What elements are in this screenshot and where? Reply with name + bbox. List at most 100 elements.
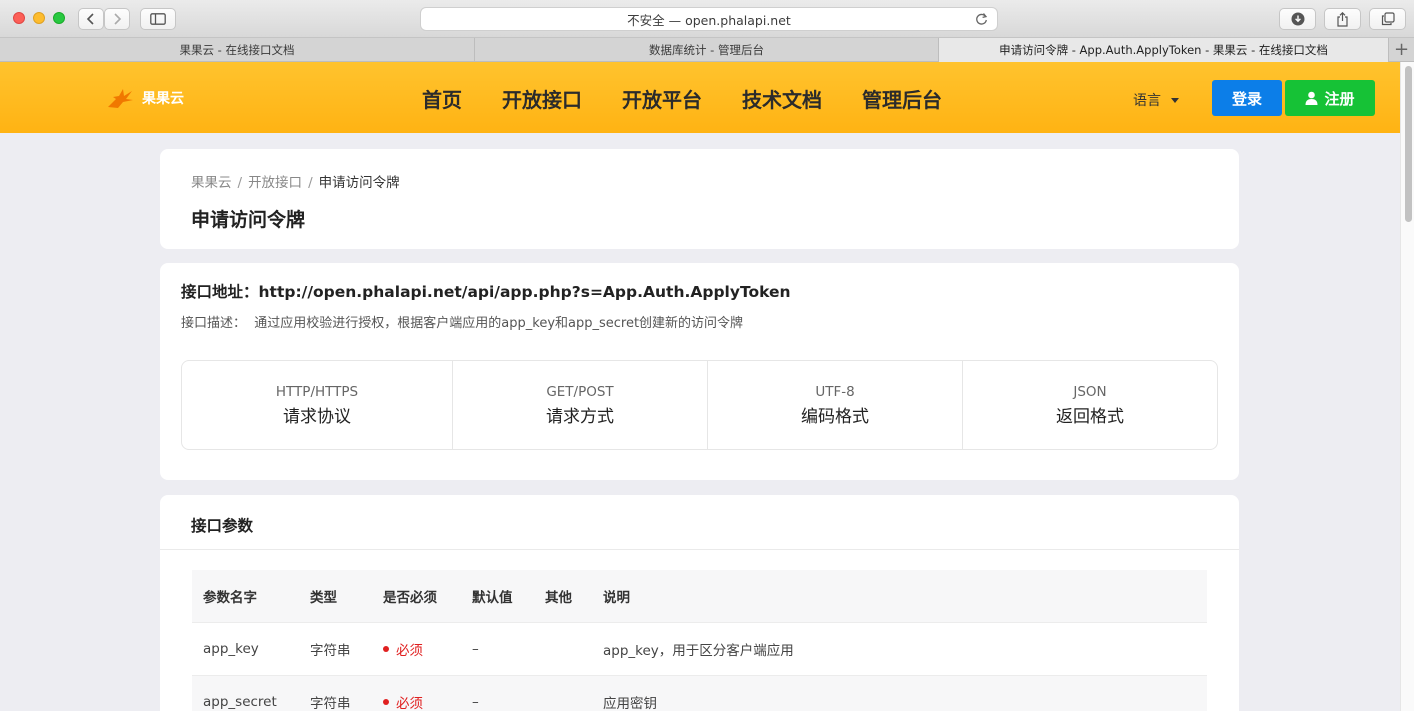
tab-db-stats[interactable]: 数据库统计 - 管理后台 — [475, 38, 939, 62]
breadcrumb-separator: / — [237, 175, 243, 191]
download-icon — [1291, 12, 1304, 26]
params-card-header: 接口参数 — [160, 495, 1239, 550]
language-dropdown[interactable]: 语言 — [1133, 90, 1179, 110]
tab-online-docs[interactable]: 果果云 - 在线接口文档 — [0, 38, 475, 62]
param-description: app_key，用于区分客户端应用 — [592, 622, 1207, 676]
new-tab-button[interactable]: + — [1389, 38, 1414, 61]
encoding-label: 编码格式 — [801, 406, 869, 427]
param-type: 字符串 — [299, 622, 372, 676]
return-format-value: JSON — [1073, 383, 1107, 400]
breadcrumb-separator: / — [308, 175, 313, 191]
breadcrumb: 果果云 / 开放接口 / 申请访问令牌 — [191, 171, 400, 191]
nav-tech-docs[interactable]: 技术文档 — [742, 84, 822, 113]
col-default: 默认值 — [461, 570, 534, 623]
api-description: 通过应用校验进行授权，根据客户端应用的app_key和app_secret创建新… — [254, 316, 744, 331]
params-card: 接口参数 参数名字 类型 是否必须 默认值 其他 说明 app_key 字符串 … — [160, 495, 1239, 711]
param-name: app_secret — [192, 675, 299, 711]
protocol-label: 请求协议 — [283, 406, 351, 427]
reload-icon[interactable] — [975, 12, 988, 29]
share-icon — [1337, 11, 1348, 27]
table-header-row: 参数名字 类型 是否必须 默认值 其他 说明 — [192, 570, 1207, 623]
tab-apply-token[interactable]: 申请访问令牌 - App.Auth.ApplyToken - 果果云 - 在线接… — [939, 38, 1389, 62]
share-button[interactable] — [1324, 8, 1361, 30]
tabs-overview-button[interactable] — [1369, 8, 1406, 30]
protocol-value: HTTP/HTTPS — [275, 383, 359, 400]
page-scrollbar[interactable] — [1400, 62, 1414, 711]
nav-admin[interactable]: 管理后台 — [862, 84, 942, 113]
tabs-icon — [1381, 12, 1395, 26]
table-row: app_secret 字符串 必须 – 应用密钥 — [192, 675, 1207, 711]
nav-home[interactable]: 首页 — [422, 84, 462, 113]
title-card: 果果云 / 开放接口 / 申请访问令牌 申请访问令牌 — [160, 149, 1239, 249]
site-header: 果果云 首页 开放接口 开放平台 技术文档 管理后台 语言 登录 注册 — [0, 62, 1400, 133]
forward-button[interactable] — [104, 8, 130, 30]
param-required: 必须 — [372, 675, 461, 711]
param-other — [534, 622, 592, 676]
col-other: 其他 — [534, 570, 592, 623]
params-title: 接口参数 — [191, 517, 254, 535]
param-name: app_key — [192, 622, 299, 676]
api-url-label: 接口地址： — [181, 283, 259, 301]
language-label: 语言 — [1133, 93, 1161, 109]
downloads-button[interactable] — [1279, 8, 1316, 30]
zoom-window-button[interactable] — [53, 12, 65, 24]
encoding-value: UTF-8 — [815, 383, 855, 400]
encoding-cell: UTF-8 编码格式 — [708, 361, 963, 449]
params-table: 参数名字 类型 是否必须 默认值 其他 说明 app_key 字符串 必须 – … — [192, 570, 1207, 711]
required-dot-icon — [383, 645, 389, 652]
caret-down-icon — [1171, 97, 1179, 103]
param-default: – — [461, 675, 534, 711]
return-format-cell: JSON 返回格式 — [963, 361, 1217, 449]
tab-bar: 果果云 - 在线接口文档 数据库统计 - 管理后台 申请访问令牌 - App.A… — [0, 38, 1414, 62]
api-desc-label: 接口描述： — [181, 316, 247, 331]
chevron-left-icon — [86, 13, 94, 25]
method-label: 请求方式 — [546, 406, 614, 427]
chevron-right-icon — [114, 13, 122, 25]
nav-open-platform[interactable]: 开放平台 — [622, 84, 702, 113]
param-default: – — [461, 622, 534, 676]
scrollbar-thumb[interactable] — [1405, 66, 1412, 222]
method-value: GET/POST — [546, 383, 614, 400]
register-button[interactable]: 注册 — [1285, 80, 1375, 116]
required-dot-icon — [383, 698, 389, 705]
col-description: 说明 — [592, 570, 1207, 623]
user-icon — [1305, 91, 1318, 105]
breadcrumb-section[interactable]: 开放接口 — [248, 175, 302, 191]
api-url: http://open.phalapi.net/api/app.php?s=Ap… — [258, 283, 791, 301]
bird-logo-icon — [108, 89, 133, 108]
register-label: 注册 — [1324, 89, 1355, 108]
required-text: 必须 — [396, 642, 423, 659]
param-description: 应用密钥 — [592, 675, 1207, 711]
page-title: 申请访问令牌 — [191, 209, 306, 231]
param-other — [534, 675, 592, 711]
param-type: 字符串 — [299, 675, 372, 711]
login-button[interactable]: 登录 — [1212, 80, 1282, 116]
nav-open-api[interactable]: 开放接口 — [502, 84, 582, 113]
sidebar-icon — [150, 13, 166, 25]
col-param-name: 参数名字 — [192, 570, 299, 623]
required-text: 必须 — [396, 695, 423, 711]
sidebar-toggle-button[interactable] — [140, 8, 176, 30]
minimize-window-button[interactable] — [33, 12, 45, 24]
api-description-line: 接口描述： 通过应用校验进行授权，根据客户端应用的app_key和app_sec… — [181, 312, 743, 331]
table-row: app_key 字符串 必须 – app_key，用于区分客户端应用 — [192, 622, 1207, 676]
site-logo[interactable]: 果果云 — [106, 87, 184, 109]
close-window-button[interactable] — [13, 12, 25, 24]
method-cell: GET/POST 请求方式 — [453, 361, 708, 449]
col-required: 是否必须 — [372, 570, 461, 623]
param-required: 必须 — [372, 622, 461, 676]
api-url-line: 接口地址：http://open.phalapi.net/api/app.php… — [181, 280, 791, 302]
back-button[interactable] — [78, 8, 104, 30]
address-text: 不安全 — open.phalapi.net — [627, 12, 791, 28]
col-type: 类型 — [299, 570, 372, 623]
breadcrumb-current: 申请访问令牌 — [318, 175, 400, 191]
return-format-label: 返回格式 — [1056, 406, 1124, 427]
protocol-cell: HTTP/HTTPS 请求协议 — [182, 361, 453, 449]
api-meta-box: HTTP/HTTPS 请求协议 GET/POST 请求方式 UTF-8 编码格式… — [181, 360, 1218, 450]
browser-toolbar: 不安全 — open.phalapi.net — [0, 0, 1414, 38]
main-nav: 首页 开放接口 开放平台 技术文档 管理后台 — [422, 84, 942, 113]
address-bar[interactable]: 不安全 — open.phalapi.net — [420, 7, 998, 31]
breadcrumb-home[interactable]: 果果云 — [191, 175, 232, 191]
api-info-card: 接口地址：http://open.phalapi.net/api/app.php… — [160, 263, 1239, 480]
logo-text: 果果云 — [142, 91, 184, 107]
